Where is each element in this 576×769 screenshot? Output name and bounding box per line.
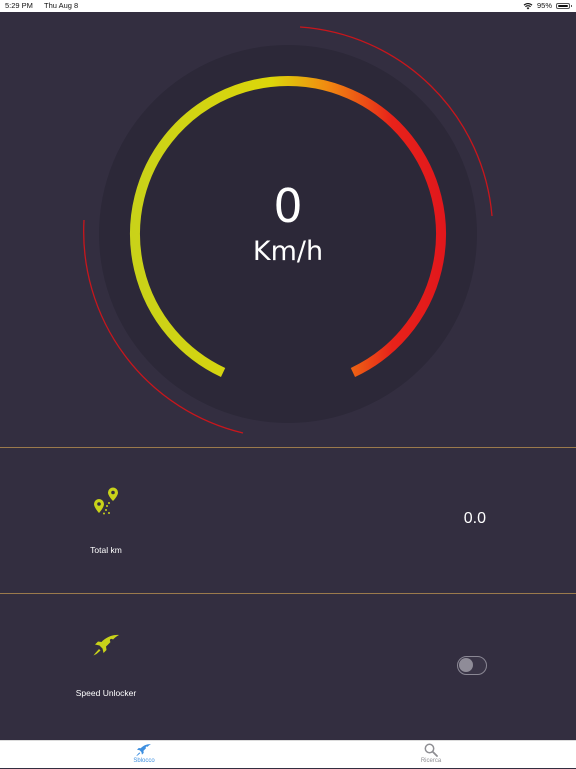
speed-unit: Km/h xyxy=(252,236,324,267)
tab-ricerca[interactable]: Ricerca xyxy=(401,741,461,769)
status-right: 95% xyxy=(523,0,572,12)
wifi-icon xyxy=(523,3,533,10)
speed-unlocker-label: Speed Unlocker xyxy=(75,688,137,698)
divider xyxy=(0,447,576,448)
tab-bar: Sblocco Ricerca xyxy=(0,740,576,768)
status-time: 5:29 PM xyxy=(5,1,33,10)
speed-value: 0 xyxy=(273,179,303,233)
rocket-icon xyxy=(93,634,119,656)
tab-sblocco-label: Sblocco xyxy=(133,758,155,764)
gauge-dial xyxy=(99,45,477,423)
toggle-knob[interactable] xyxy=(459,658,473,672)
total-km-label: Total km xyxy=(90,545,122,555)
status-date: Thu Aug 8 xyxy=(44,1,79,10)
tab-sblocco[interactable]: Sblocco xyxy=(114,741,174,769)
divider xyxy=(0,593,576,594)
rocket-icon xyxy=(136,744,151,757)
route-pins-icon xyxy=(94,487,118,515)
battery-fill xyxy=(558,5,568,7)
search-icon xyxy=(424,743,438,757)
battery-icon xyxy=(556,3,572,9)
status-bar: 5:29 PM Thu Aug 8 95% xyxy=(0,0,576,12)
status-left: 5:29 PM Thu Aug 8 xyxy=(5,0,78,12)
battery-percent: 95% xyxy=(536,1,552,10)
speed-unlocker-toggle[interactable] xyxy=(457,656,487,675)
total-km-value: 0.0 xyxy=(463,510,486,527)
tab-ricerca-label: Ricerca xyxy=(420,758,442,764)
